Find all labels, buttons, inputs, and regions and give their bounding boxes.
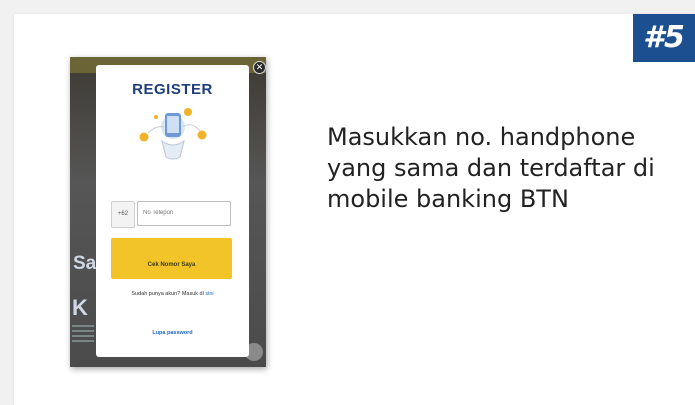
modal-title: REGISTER: [132, 81, 213, 98]
check-number-button[interactable]: Cek Nomor Saya: [111, 238, 232, 279]
phone-number-input[interactable]: [137, 201, 231, 226]
background-text-fragment: Sa: [73, 253, 97, 274]
login-link[interactable]: sini: [205, 291, 213, 297]
instruction-caption: Masukkan no. handphone yang sama dan ter…: [327, 123, 655, 213]
background-text-fragment: K: [72, 295, 88, 320]
phone-screenshot: Sa K ✕ REGISTER +62 Cek Nomor Saya Sudah…: [70, 57, 266, 367]
close-icon[interactable]: ✕: [253, 61, 266, 74]
country-code-selector[interactable]: +62: [111, 201, 135, 228]
login-prompt-text: Sudah punya akun? Masuk di: [131, 291, 204, 297]
forgot-password-link[interactable]: Lupa password: [96, 330, 249, 336]
step-badge: #5: [633, 14, 695, 62]
background-text-lines: [72, 325, 94, 343]
phone-coins-illustration: [139, 108, 207, 160]
register-modal: REGISTER +62 Cek Nomor Saya Sudah punya …: [96, 65, 249, 357]
login-prompt: Sudah punya akun? Masuk di sini: [96, 291, 249, 297]
